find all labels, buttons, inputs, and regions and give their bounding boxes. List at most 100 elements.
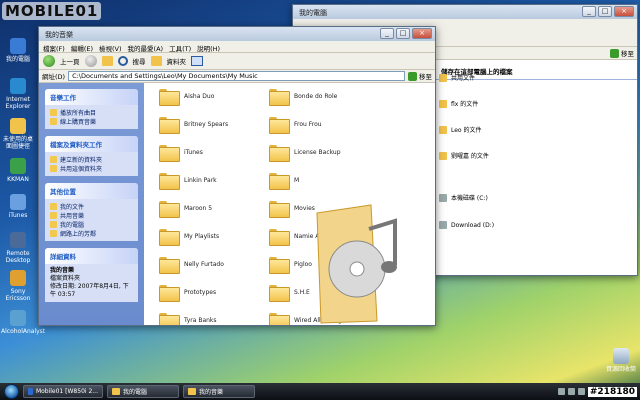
list-item[interactable]: 本機磁碟 (C:) [439, 193, 488, 202]
network-icon[interactable] [557, 388, 565, 395]
task-panel-title[interactable]: 其他位置 [45, 183, 138, 199]
desktop-icon[interactable]: KKMAN [1, 158, 35, 183]
task-panel-title[interactable]: 音樂工作 [45, 89, 138, 105]
task-link[interactable]: 共用音樂 [50, 211, 133, 220]
task-link[interactable]: 播放所有曲目 [50, 108, 133, 117]
desktop-icon[interactable]: 我的電腦 [1, 38, 35, 63]
folder-icon [269, 285, 290, 302]
up-folder-icon[interactable] [101, 56, 113, 66]
menu-item[interactable]: 檔案(F) [43, 43, 65, 53]
shortcut-icon [10, 78, 26, 94]
forward-arrow-icon[interactable] [84, 55, 97, 67]
list-item[interactable]: 劉曜嘉 的文件 [439, 151, 489, 160]
folders-icon[interactable] [150, 56, 162, 66]
go-button[interactable]: 移至 [408, 71, 432, 81]
folder-item[interactable]: Prototypes [159, 285, 279, 302]
menu-item[interactable]: 編輯(E) [71, 43, 93, 53]
my-music-window[interactable]: 我的音樂 _ □ × 檔案(F) 編輯(E) 檢視(V) 我的最愛(A) 工具(T) 說明… [38, 26, 436, 326]
folder-icon [269, 145, 290, 162]
folder-icon [159, 145, 180, 162]
my-music-titlebar[interactable]: 我的音樂 _ □ × [39, 27, 435, 41]
folder-item[interactable]: License Backup [269, 145, 389, 162]
folder-icon [159, 201, 180, 218]
folder-icon [269, 229, 290, 246]
back-arrow-icon[interactable] [43, 55, 55, 67]
folder-item[interactable]: Frou Frou [269, 117, 389, 134]
task-link[interactable]: 網路上的芳鄰 [50, 229, 133, 238]
task-link[interactable]: 線上購買音樂 [50, 117, 133, 126]
task-panel-title[interactable]: 檔案及資料夾工作 [45, 136, 138, 152]
list-item[interactable]: Download (D:) [439, 221, 494, 229]
taskbar-item[interactable]: 我的音樂 [183, 385, 255, 398]
volume-icon[interactable] [567, 388, 575, 395]
my-computer-titlebar[interactable]: 我的電腦 _ □ × [293, 5, 637, 19]
menu-item[interactable]: 說明(H) [197, 43, 220, 53]
desktop-icon[interactable]: Sony Ericsson [1, 270, 35, 302]
list-item[interactable]: 共用文件 [439, 73, 475, 82]
menu-item[interactable]: 我的最愛(A) [128, 43, 164, 53]
folder-icon [159, 89, 180, 106]
desktop-icon[interactable]: iTunes [1, 194, 35, 219]
search-button[interactable]: 搜尋 [133, 56, 146, 66]
drive-icon [439, 221, 447, 229]
shortcut-icon [10, 194, 26, 210]
menu-bar: 檔案(F) 編輯(E) 檢視(V) 我的最愛(A) 工具(T) 說明(H) [39, 41, 435, 53]
list-item[interactable]: flx 的文件 [439, 99, 478, 108]
folder-icon [269, 201, 290, 218]
task-icon [50, 118, 57, 125]
details-modified: 修改日期: 2007年8月4日, 下午 03:57 [50, 283, 129, 298]
go-button[interactable]: 移至 [610, 48, 634, 58]
close-button[interactable]: × [614, 6, 634, 17]
folder-item[interactable]: Bonde do Role [269, 89, 389, 106]
views-icon[interactable] [191, 56, 203, 66]
watermark-logo: MOBILE01 [2, 2, 102, 20]
task-icon [50, 109, 57, 116]
menu-item[interactable]: 工具(T) [169, 43, 191, 53]
menu-item[interactable]: 檢視(V) [99, 43, 122, 53]
folder-icon [269, 173, 290, 190]
maximize-button[interactable]: □ [598, 6, 612, 17]
details-name: 我的音樂 [50, 267, 75, 274]
folder-icon [159, 257, 180, 274]
maximize-button[interactable]: □ [396, 28, 410, 39]
address-label: 網址(D) [42, 73, 66, 81]
folder-item[interactable]: iTunes [159, 145, 279, 162]
folder-item[interactable]: Tyra Banks [159, 313, 279, 325]
taskbar-item[interactable]: Mobile01 [W850i 2... [23, 385, 103, 398]
desktop-icon[interactable]: 未使用的桌面圖捷徑 [1, 118, 35, 150]
desktop-icon[interactable]: Internet Explorer [1, 78, 35, 110]
folder-item[interactable]: Nelly Furtado [159, 257, 279, 274]
task-pane: 音樂工作播放所有曲目 線上購買音樂檔案及資料夾工作建立新的資料夾 共用這個資料夾其他… [39, 83, 144, 325]
folder-item[interactable]: Maroon 5 [159, 201, 279, 218]
minimize-button[interactable]: _ [380, 28, 394, 39]
task-panel: 其他位置我的文件 共用音樂 我的電腦 網路上的芳鄰 [45, 183, 138, 241]
close-button[interactable]: × [412, 28, 432, 39]
desktop-icon[interactable]: AlcoholAnalyst [1, 310, 45, 335]
folder-item[interactable]: M [269, 173, 389, 190]
task-link[interactable]: 我的文件 [50, 202, 133, 211]
folder-item[interactable]: My Playlists [159, 229, 279, 246]
folder-item[interactable]: Britney Spears [159, 117, 279, 134]
address-bar: 網址(D) C:\Documents and Settings\Leo\My D… [39, 70, 435, 83]
start-button[interactable] [4, 384, 19, 399]
task-link[interactable]: 建立新的資料夾 [50, 155, 133, 164]
desktop-icon[interactable]: Remote Desktop [1, 232, 35, 264]
details-panel-title[interactable]: 詳細資料 [45, 248, 138, 264]
task-link[interactable]: 我的電腦 [50, 220, 133, 229]
tray-app-icon[interactable] [577, 388, 585, 395]
task-link[interactable]: 共用這個資料夾 [50, 164, 133, 173]
folder-item[interactable]: Linkin Park [159, 173, 279, 190]
address-input[interactable]: C:\Documents and Settings\Leo\My Documen… [68, 71, 405, 81]
folder-item[interactable]: Aisha Duo [159, 89, 279, 106]
back-button[interactable]: 上一頁 [60, 56, 80, 66]
minimize-button[interactable]: _ [582, 6, 596, 17]
list-item[interactable]: Leo 的文件 [439, 125, 482, 134]
search-icon[interactable] [117, 56, 128, 66]
task-icon [50, 221, 57, 228]
taskbar-item[interactable]: 我的電腦 [107, 385, 179, 398]
folders-button[interactable]: 資料夾 [167, 56, 187, 66]
folder-icon [439, 99, 447, 108]
folder-icon [269, 89, 290, 106]
folder-icon [159, 285, 180, 302]
recycle-bin-icon[interactable]: 資源回收筒 [604, 348, 638, 373]
